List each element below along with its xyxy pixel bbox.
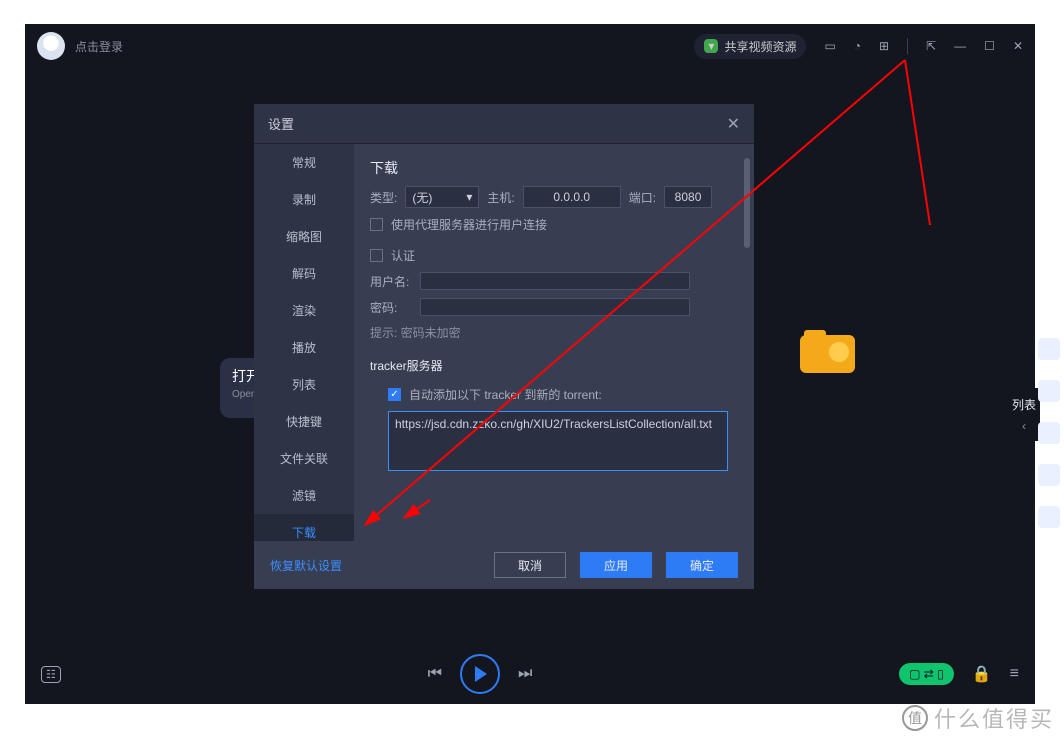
titlebar: 点击登录 ▾ 共享视频资源 ▭ ◔ ⊞ ⇱ — ☐ ✕ [25,24,1035,68]
separator [907,38,908,54]
dialog-header: 设置 ✕ [254,104,754,144]
avatar[interactable] [37,32,65,60]
tool-1[interactable] [1038,338,1060,360]
settings-nav: 常规 录制 缩略图 解码 渲染 播放 列表 快捷键 文件关联 滤镜 下载 [254,144,354,541]
subtitle-icon[interactable]: ☷ [41,666,61,683]
tracker-heading: tracker服务器 [370,357,738,374]
nav-list[interactable]: 列表 [254,366,354,403]
right-toolbar [1034,330,1064,536]
tool-5[interactable] [1038,506,1060,528]
ok-button[interactable]: 确定 [666,552,738,578]
next-icon[interactable]: ⏭ [518,665,532,683]
gift-icon[interactable]: ▭ [824,39,835,53]
play-button[interactable] [460,654,500,694]
dialog-title: 设置 [268,114,294,133]
menu-icon[interactable]: ≡ [1010,665,1019,683]
nav-render[interactable]: 渲染 [254,292,354,329]
tracker-url-textarea[interactable]: https://jsd.cdn.zzko.cn/gh/XIU2/Trackers… [388,411,728,471]
share-pill[interactable]: ▾ 共享视频资源 [694,34,806,59]
nav-filter[interactable]: 滤镜 [254,477,354,514]
cancel-button[interactable]: 取消 [494,552,566,578]
android-icon: ▾ [704,39,718,53]
auth-label: 认证 [391,247,415,264]
tool-2[interactable] [1038,380,1060,402]
nav-decode[interactable]: 解码 [254,255,354,292]
password-input[interactable] [420,298,690,316]
auth-checkbox[interactable] [370,249,383,262]
host-input[interactable] [523,186,621,208]
chevron-down-icon: ▾ [466,190,472,204]
pin-icon[interactable]: ⇱ [926,39,936,53]
nav-hotkey[interactable]: 快捷键 [254,403,354,440]
host-label: 主机: [487,189,514,206]
player-bar: ☷ ⏮ ⏭ ▢ ⇄ ▯ 🔒 ≡ [25,644,1035,704]
nav-playback[interactable]: 播放 [254,329,354,366]
settings-dialog: 设置 ✕ 常规 录制 缩略图 解码 渲染 播放 列表 快捷键 文件关联 滤镜 下… [254,104,754,589]
watermark-badge: 值 [902,705,928,731]
prev-icon[interactable]: ⏮ [428,665,442,683]
remote-folder-icon[interactable] [800,328,855,373]
sync-badge[interactable]: ▢ ⇄ ▯ [899,663,954,685]
download-heading: 下载 [370,158,738,178]
proxy-user-label: 使用代理服务器进行用户连接 [391,216,547,233]
nav-record[interactable]: 录制 [254,181,354,218]
watermark: 值 什么值得买 [902,702,1054,734]
auto-add-tracker-label: 自动添加以下 tracker 到新的 torrent: [409,386,602,403]
port-input[interactable] [664,186,712,208]
username-label: 用户名: [370,273,412,290]
tool-4[interactable] [1038,464,1060,486]
nav-thumbnail[interactable]: 缩略图 [254,218,354,255]
maximize-icon[interactable]: ☐ [984,39,995,53]
bell-icon[interactable]: ◔ [854,39,861,53]
play-icon [475,666,487,682]
proxy-user-checkbox[interactable] [370,218,383,231]
username-input[interactable] [420,272,690,290]
close-icon[interactable]: ✕ [1013,39,1023,53]
nav-general[interactable]: 常规 [254,144,354,181]
type-label: 类型: [370,189,397,206]
apply-button[interactable]: 应用 [580,552,652,578]
tool-3[interactable] [1038,422,1060,444]
login-text[interactable]: 点击登录 [75,38,123,55]
settings-content: 下载 类型: (无)▾ 主机: 端口: 使用代理服务器进行用户连接 认证 用户名… [354,144,754,541]
port-label: 端口: [629,189,656,206]
scrollbar[interactable] [744,158,750,248]
nav-file-assoc[interactable]: 文件关联 [254,440,354,477]
dialog-footer: 恢复默认设置 取消 应用 确定 [254,541,754,589]
lock-icon[interactable]: 🔒 [972,664,992,684]
minimize-icon[interactable]: — [954,39,966,53]
password-label: 密码: [370,299,412,316]
nav-download[interactable]: 下载 [254,514,354,541]
dialog-close-icon[interactable]: ✕ [727,114,740,134]
grid-icon[interactable]: ⊞ [879,39,889,53]
restore-defaults-link[interactable]: 恢复默认设置 [270,557,342,574]
type-select[interactable]: (无)▾ [405,186,479,208]
watermark-text: 什么值得买 [934,702,1054,734]
auto-add-tracker-checkbox[interactable]: ✓ [388,388,401,401]
password-hint: 提示: 密码未加密 [370,324,738,341]
